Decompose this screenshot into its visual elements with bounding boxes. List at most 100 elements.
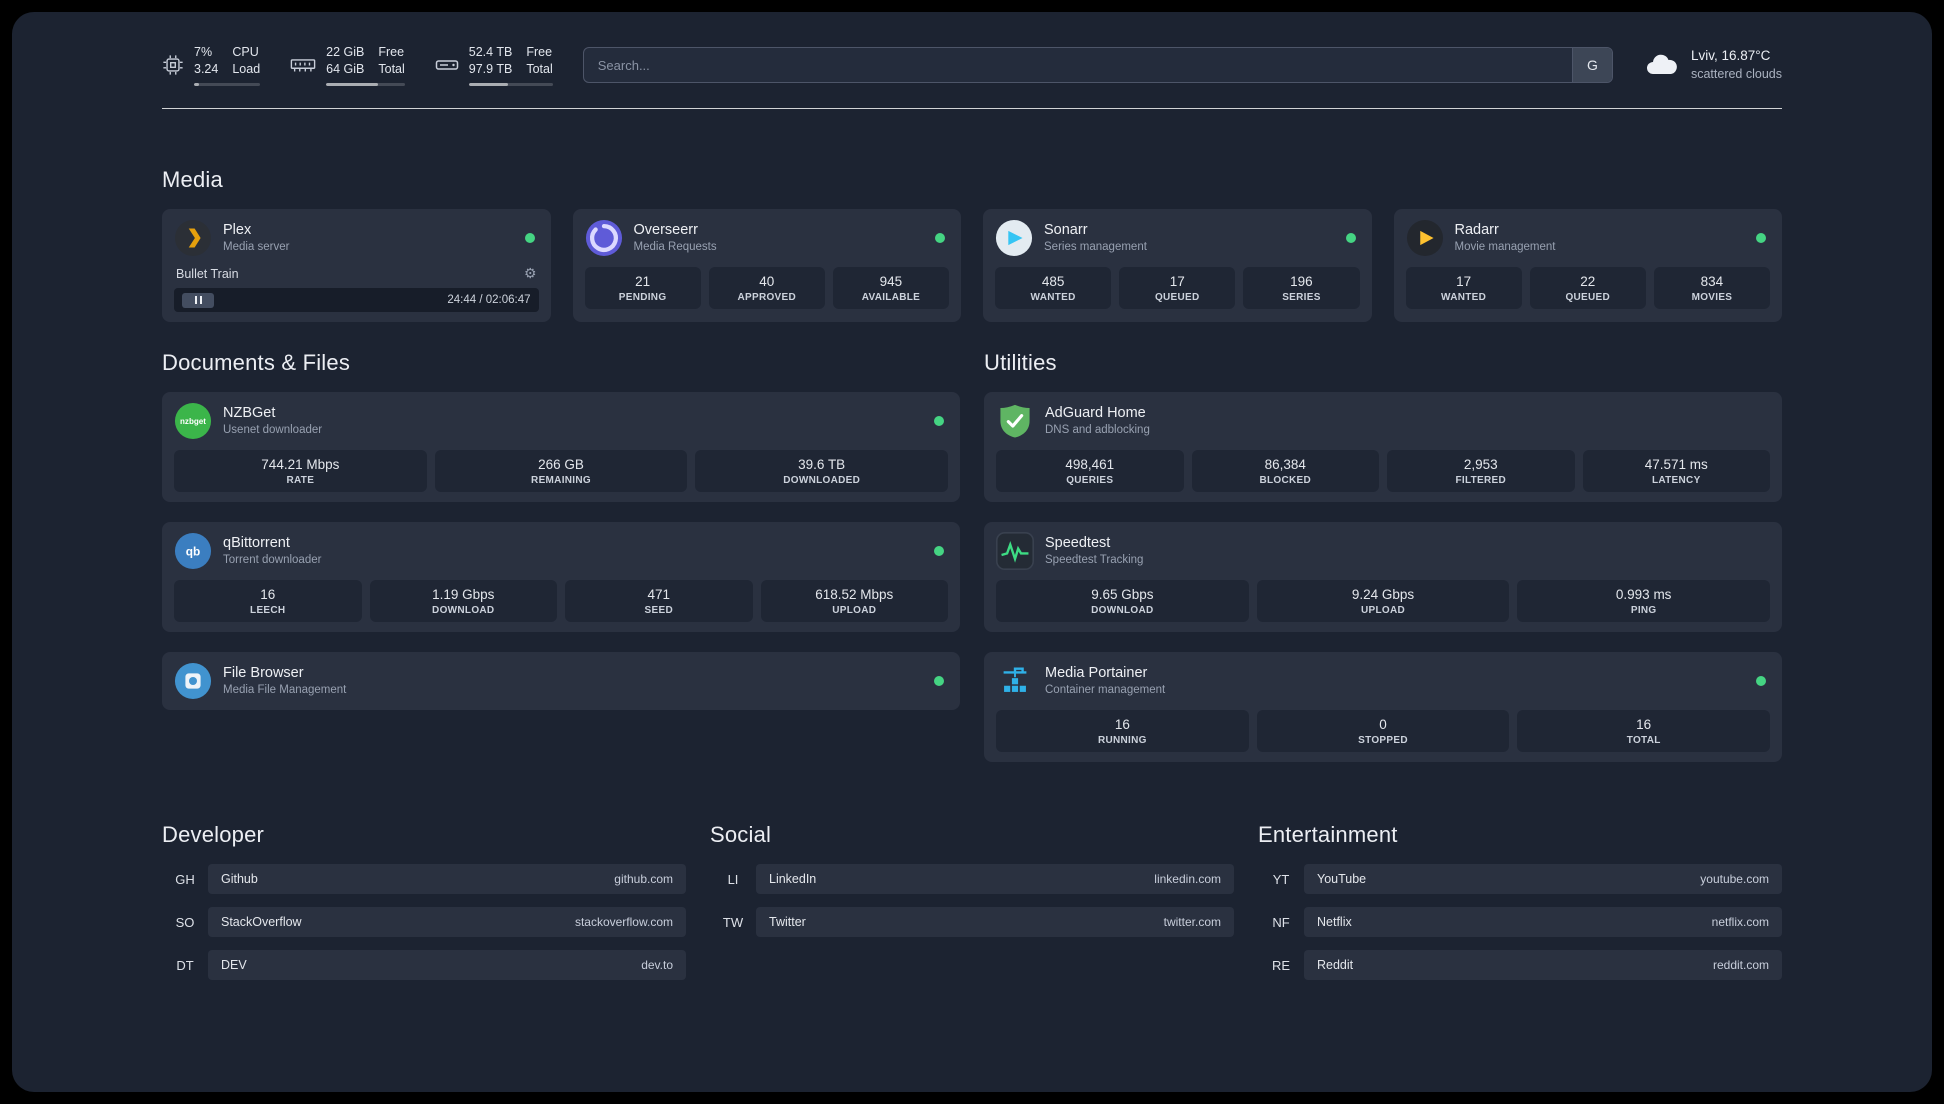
media-grid: Plex Media server Bullet Train ⚙ 24:44 /… [162,209,1782,322]
topbar: 7% 3.24 CPU Load 22 GiB 64 GiB Free Tota… [162,42,1782,88]
service-title: File Browser [223,665,304,682]
status-dot [1756,676,1766,686]
service-card-speedtest: Speedtest Speedtest Tracking 9.65 Gbps D… [984,522,1782,632]
bookmark-url: youtube.com [1700,872,1769,886]
service-link-plex[interactable]: Plex Media server [174,219,539,257]
stat-box: 196 SERIES [1243,267,1360,309]
bookmark-url: reddit.com [1712,958,1769,972]
stat-box: 39.6 TB DOWNLOADED [695,450,949,492]
filebrowser-icon [174,662,212,700]
service-card-nzbget: nzbget NZBGet Usenet downloader 744.21 M… [162,392,960,502]
stat-box: 266 GB REMAINING [434,450,688,492]
bookmark-name: Netflix [1317,915,1352,929]
bookmark-abbr: GH [175,871,195,887]
stat-box: 86,384 BLOCKED [1191,450,1379,492]
weather-widget: Lviv, 16.87°C scattered clouds [1643,47,1782,83]
service-card-overseerr: Overseerr Media Requests 21 PENDING 40 A… [572,209,961,322]
player-seekbar[interactable]: 24:44 / 02:06:47 [174,288,539,312]
service-subtitle: Container management [1045,683,1166,696]
service-link-speedtest[interactable]: Speedtest Speedtest Tracking [996,532,1770,570]
status-dot [935,233,945,243]
weather-condition: scattered clouds [1690,66,1782,81]
speedtest-icon [996,532,1034,570]
stat-box: 40 APPROVED [708,267,825,309]
service-subtitle: Movie management [1454,240,1556,253]
stat-box: 47.571 ms LATENCY [1582,450,1770,492]
service-title: Speedtest [1045,535,1111,552]
cpu-progress-bar [194,82,261,86]
service-subtitle: DNS and adblocking [1045,423,1150,436]
bookmark-dev[interactable]: DT DEV dev.to [162,950,686,980]
bookmark-abbr: TW [722,914,744,930]
disk-free-value: 52.4 TB [468,45,513,60]
bookmark-twitter[interactable]: TW Twitter twitter.com [710,907,1234,937]
service-title: qBittorrent [223,535,290,552]
documents-column: Documents & Files nzbget NZBGet Usenet d… [162,350,960,762]
search-input[interactable] [583,57,1572,73]
service-link-qbittorrent[interactable]: qb qBittorrent Torrent downloader [174,532,948,570]
disk-resource-widget: 52.4 TB 97.9 TB Free Total [435,44,553,86]
bookmark-url: linkedin.com [1154,872,1221,886]
memory-progress-bar [326,82,405,86]
bookmark-stackoverflow[interactable]: SO StackOverflow stackoverflow.com [162,907,686,937]
service-link-overseerr[interactable]: Overseerr Media Requests [585,219,950,257]
nzbget-icon: nzbget [174,402,212,440]
bookmark-name: DEV [221,958,247,972]
sonarr-icon [995,219,1033,257]
service-subtitle: Series management [1044,240,1147,253]
disk-progress-bar [468,82,553,86]
svg-text:nzbget: nzbget [180,417,206,426]
bookmark-reddit[interactable]: RE Reddit reddit.com [1258,950,1782,980]
service-card-adguard: AdGuard Home DNS and adblocking 498,461 … [984,392,1782,502]
bookmark-url: dev.to [641,958,673,972]
search-provider-button[interactable]: G [1571,48,1612,82]
service-subtitle: Media File Management [223,683,347,696]
stat-box: 0 STOPPED [1256,710,1510,752]
service-title: Sonarr [1044,222,1088,239]
bookmark-abbr: DT [176,957,194,973]
section-title-documents: Documents & Files [162,350,351,375]
stat-box: 16 RUNNING [996,710,1249,752]
stat-box: 618.52 Mbps UPLOAD [760,580,948,622]
service-subtitle: Media server [223,240,290,253]
status-dot [1756,233,1766,243]
service-link-adguard[interactable]: AdGuard Home DNS and adblocking [996,402,1770,440]
stat-box: 17 QUEUED [1119,267,1236,309]
cpu-usage-value: 7% [194,45,213,60]
svg-text:qb: qb [186,544,201,558]
track-title: Bullet Train [176,266,239,281]
search-bar[interactable]: G [582,47,1613,83]
service-link-sonarr[interactable]: Sonarr Series management [995,219,1360,257]
pause-button[interactable] [182,292,214,308]
stat-box: 16 LEECH [174,580,362,622]
status-dot [524,233,535,243]
stat-box: 9.65 Gbps DOWNLOAD [996,580,1249,622]
adguard-icon [1000,404,1030,438]
status-dot [934,416,944,426]
bookmark-name: StackOverflow [221,915,302,929]
bookmark-github[interactable]: GH Github github.com [162,864,686,894]
bookmark-name: YouTube [1317,872,1367,886]
bookmark-name: Github [221,872,258,886]
plex-icon [174,219,212,257]
gear-icon[interactable]: ⚙ [524,265,537,282]
service-card-sonarr: Sonarr Series management 485 WANTED 17 Q… [983,209,1372,322]
radarr-icon [1406,219,1443,257]
service-title: Media Portainer [1045,665,1148,682]
bookmark-name: Twitter [769,915,806,929]
service-link-radarr[interactable]: Radarr Movie management [1406,219,1771,257]
status-dot [934,546,944,556]
service-card-radarr: Radarr Movie management 17 WANTED 22 QUE… [1393,209,1782,322]
free-label: Free [526,45,553,60]
cpu-load-value: 3.24 [194,62,219,76]
bookmark-youtube[interactable]: YT YouTube youtube.com [1258,864,1782,894]
memory-icon [290,59,316,72]
service-title: AdGuard Home [1045,405,1146,422]
bookmark-netflix[interactable]: NF Netflix netflix.com [1258,907,1782,937]
service-link-filebrowser[interactable]: File Browser Media File Management [174,662,948,700]
bookmark-linkedin[interactable]: LI LinkedIn linkedin.com [710,864,1234,894]
bookmark-abbr: RE [1271,957,1291,973]
service-link-nzbget[interactable]: nzbget NZBGet Usenet downloader [174,402,948,440]
bookmark-url: netflix.com [1711,915,1769,929]
service-link-portainer[interactable]: Media Portainer Container management [996,662,1770,700]
